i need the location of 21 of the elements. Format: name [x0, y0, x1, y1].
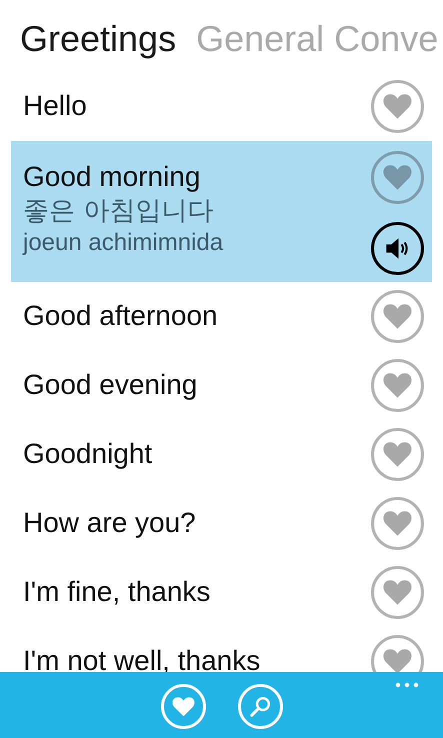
- phrase-text: Good evening: [23, 368, 198, 402]
- phrase-row[interactable]: How are you?: [11, 489, 432, 558]
- phrase-row[interactable]: Goodnight: [11, 420, 432, 489]
- phrase-text: Good morning: [23, 160, 202, 194]
- translation-text: 좋은 아침입니다: [23, 195, 214, 228]
- search-icon[interactable]: [238, 684, 282, 729]
- selected-phrase-row[interactable]: Good morning 좋은 아침입니다 joeun achimimnida: [11, 141, 432, 282]
- pivot-header[interactable]: Greetings: [20, 16, 176, 66]
- phrase-text: Goodnight: [23, 437, 152, 471]
- phrase-text: I'm fine, thanks: [23, 575, 210, 609]
- romanization-text: joeun achimimnida: [23, 228, 224, 258]
- phrase-text: How are you?: [23, 506, 196, 540]
- speaker-icon[interactable]: [371, 222, 424, 275]
- phrase-text: I'm not well, thanks: [23, 644, 260, 678]
- phrase-row[interactable]: Good evening: [11, 351, 432, 420]
- phrase-text: Hello: [23, 89, 87, 123]
- more-menu-icon[interactable]: [395, 682, 419, 688]
- phrase-row[interactable]: Good afternoon: [11, 282, 432, 351]
- phrase-row[interactable]: I'm fine, thanks: [11, 558, 432, 627]
- phrase-row[interactable]: Hello: [11, 72, 432, 141]
- phrase-text: Good afternoon: [23, 299, 218, 333]
